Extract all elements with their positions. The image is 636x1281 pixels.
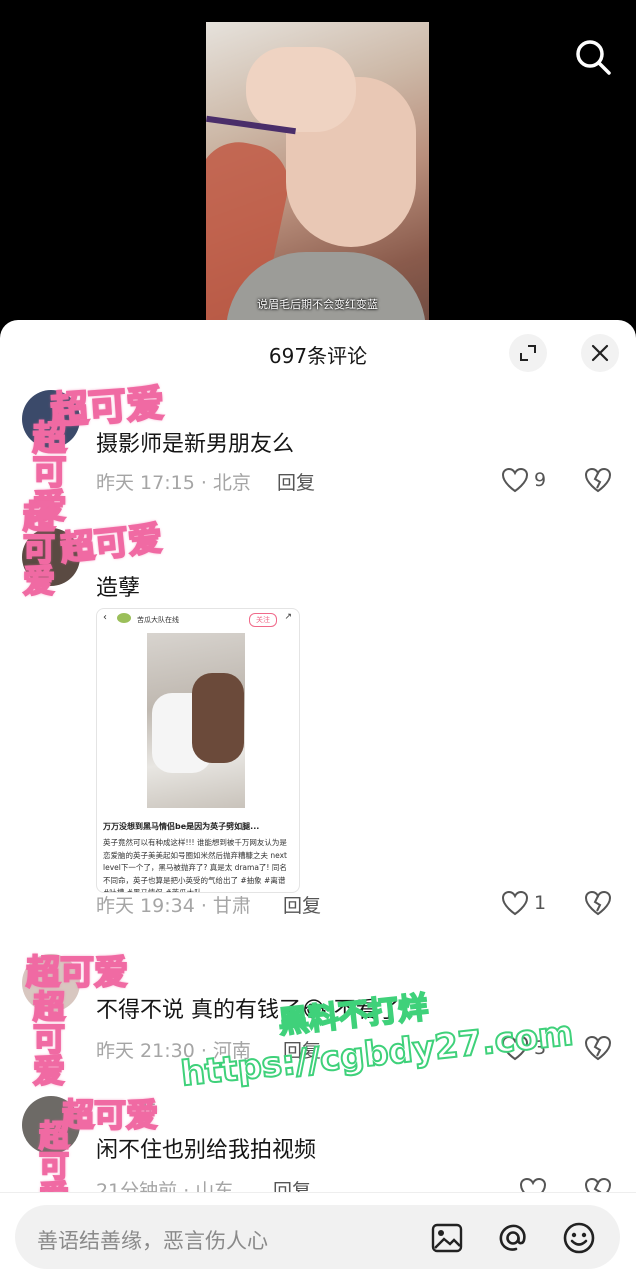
sticker-overlay: 超可爱 bbox=[27, 989, 67, 1087]
like-count: 9 bbox=[534, 469, 547, 491]
attached-image[interactable]: ‹ 苦瓜大队在线 关注 ↗ 万万没想到黑马情侣be是因为英子劈如腿... 英子竟… bbox=[96, 608, 300, 893]
search-icon bbox=[576, 40, 611, 75]
sticker-overlay: 超可爱 bbox=[17, 499, 57, 597]
video-image-hand bbox=[246, 47, 356, 132]
back-icon: ‹ bbox=[103, 612, 107, 623]
sticker-overlay: 超可爱 bbox=[61, 1095, 159, 1135]
attachment-body: 英子竟然可以有种成这样!!! 谁能想到被千万网友认为是恋爱脑的英子美美起如号圈如… bbox=[103, 838, 287, 893]
dislike-button[interactable] bbox=[583, 466, 613, 494]
attachment-topbar: ‹ 苦瓜大队在线 关注 ↗ bbox=[97, 609, 299, 631]
image-button[interactable] bbox=[430, 1221, 464, 1255]
comments-panel: 697条评论 摄影师是新男朋友么 昨天 17:15 · 北京 回复 9 造孽 ‹… bbox=[0, 320, 636, 1280]
broken-heart-icon bbox=[584, 1035, 612, 1061]
like-button[interactable]: 9 bbox=[500, 466, 546, 494]
video-caption: 说眉毛后期不会变红变蓝 bbox=[257, 298, 378, 311]
close-icon bbox=[591, 344, 609, 362]
share-icon: ↗ bbox=[284, 612, 292, 622]
dislike-button[interactable] bbox=[583, 1034, 613, 1062]
expand-icon bbox=[520, 345, 536, 361]
comment-text: 造孽 bbox=[96, 576, 141, 601]
attachment-title: 万万没想到黑马情侣be是因为英子劈如腿... bbox=[103, 822, 260, 831]
attachment-account: 苦瓜大队在线 bbox=[137, 616, 179, 624]
broken-heart-icon bbox=[584, 890, 612, 916]
close-button[interactable] bbox=[581, 334, 619, 372]
search-button[interactable] bbox=[570, 34, 616, 80]
like-button[interactable]: 1 bbox=[500, 889, 546, 917]
comment-item: 造孽 ‹ 苦瓜大队在线 关注 ↗ 万万没想到黑马情侣be是因为英子劈如腿... … bbox=[0, 516, 636, 936]
comment-meta: 昨天 19:34 · 甘肃 bbox=[96, 895, 251, 917]
photo-head bbox=[192, 673, 244, 763]
heart-icon bbox=[501, 890, 529, 916]
reply-button[interactable]: 回复 bbox=[283, 891, 321, 918]
reply-button[interactable]: 回复 bbox=[277, 468, 315, 495]
emoji-button[interactable] bbox=[562, 1221, 596, 1255]
like-count: 1 bbox=[534, 892, 547, 914]
comment-meta: 昨天 17:15 · 北京 bbox=[96, 472, 251, 494]
at-icon bbox=[499, 1224, 526, 1251]
comment-input-bar: 善语结善缘，恶言伤人心 bbox=[0, 1192, 636, 1281]
sticker-overlay: 超可爱 bbox=[25, 952, 129, 994]
input-placeholder: 善语结善缘，恶言伤人心 bbox=[37, 1229, 268, 1253]
avatar bbox=[117, 613, 131, 623]
comment-input[interactable]: 善语结善缘，恶言伤人心 bbox=[15, 1205, 620, 1269]
mention-button[interactable] bbox=[496, 1221, 530, 1255]
follow-button: 关注 bbox=[249, 613, 277, 627]
dislike-button[interactable] bbox=[583, 889, 613, 917]
expand-button[interactable] bbox=[509, 334, 547, 372]
comment-text: 闲不住也别给我拍视频 bbox=[96, 1138, 317, 1163]
image-icon bbox=[431, 1223, 463, 1253]
heart-icon bbox=[501, 467, 529, 493]
video-frame[interactable]: 说眉毛后期不会变红变蓝 bbox=[206, 22, 429, 330]
attachment-photo bbox=[147, 633, 245, 808]
emoji-icon bbox=[563, 1222, 595, 1254]
video-player[interactable]: 说眉毛后期不会变红变蓝 bbox=[0, 0, 636, 330]
comment-text: 摄影师是新男朋友么 bbox=[96, 432, 295, 457]
broken-heart-icon bbox=[584, 467, 612, 493]
